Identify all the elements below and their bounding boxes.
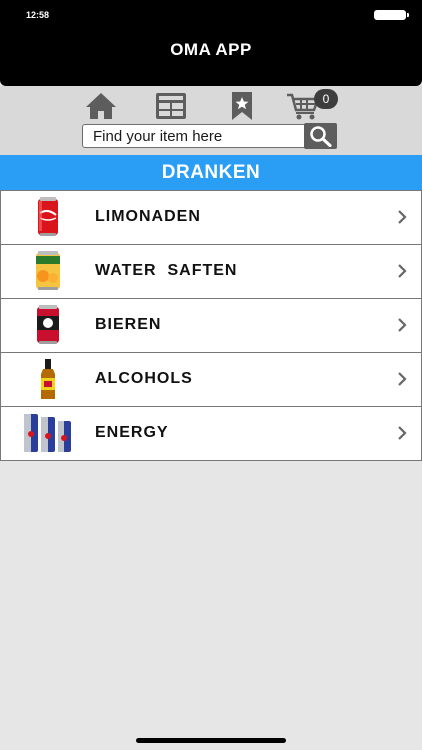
list-item-label: ENERGY bbox=[95, 424, 169, 441]
list-item-limonaden[interactable]: LIMONADEN bbox=[0, 190, 422, 245]
status-time: 12:58 bbox=[26, 10, 50, 20]
list-item-label: WATER SAFTEN bbox=[95, 262, 238, 279]
chevron-right-icon bbox=[398, 426, 407, 440]
soda-can-thumbnail bbox=[38, 197, 58, 236]
list-item-alcohols[interactable]: ALCOHOLS bbox=[0, 353, 422, 407]
list-item-water-saften[interactable]: WATER SAFTEN bbox=[0, 245, 422, 299]
search-input[interactable] bbox=[82, 124, 312, 148]
energy-cans-thumbnail bbox=[24, 414, 71, 452]
category-title: DRANKEN bbox=[0, 155, 422, 190]
home-indicator[interactable] bbox=[136, 738, 286, 743]
list-item-bieren[interactable]: BIEREN bbox=[0, 299, 422, 353]
cart-count-badge: 0 bbox=[314, 89, 338, 109]
battery-icon bbox=[374, 10, 409, 20]
list-item-energy[interactable]: ENERGY bbox=[0, 407, 422, 461]
home-icon[interactable] bbox=[85, 92, 117, 120]
status-bar: 12:58 bbox=[0, 0, 422, 30]
category-list: LIMONADEN WATER SAFTEN BIEREN ALCOHOLS E… bbox=[0, 190, 422, 461]
list-item-label: LIMONADEN bbox=[95, 208, 201, 225]
search-icon bbox=[310, 126, 332, 147]
chevron-right-icon bbox=[398, 210, 407, 224]
beer-can-thumbnail bbox=[37, 305, 59, 344]
chevron-right-icon bbox=[398, 372, 407, 386]
app-header: OMA APP bbox=[0, 30, 422, 86]
chevron-right-icon bbox=[398, 264, 407, 278]
app-title: OMA APP bbox=[170, 40, 252, 59]
liquor-bottle-thumbnail bbox=[41, 359, 55, 399]
bookmark-icon[interactable] bbox=[231, 91, 253, 121]
toolbar: 0 bbox=[0, 86, 422, 155]
list-item-label: BIEREN bbox=[95, 316, 162, 333]
list-item-label: ALCOHOLS bbox=[95, 370, 193, 387]
grid-icon[interactable] bbox=[155, 92, 187, 120]
search-button[interactable] bbox=[304, 123, 337, 149]
juice-can-thumbnail bbox=[36, 251, 60, 290]
chevron-right-icon bbox=[398, 318, 407, 332]
